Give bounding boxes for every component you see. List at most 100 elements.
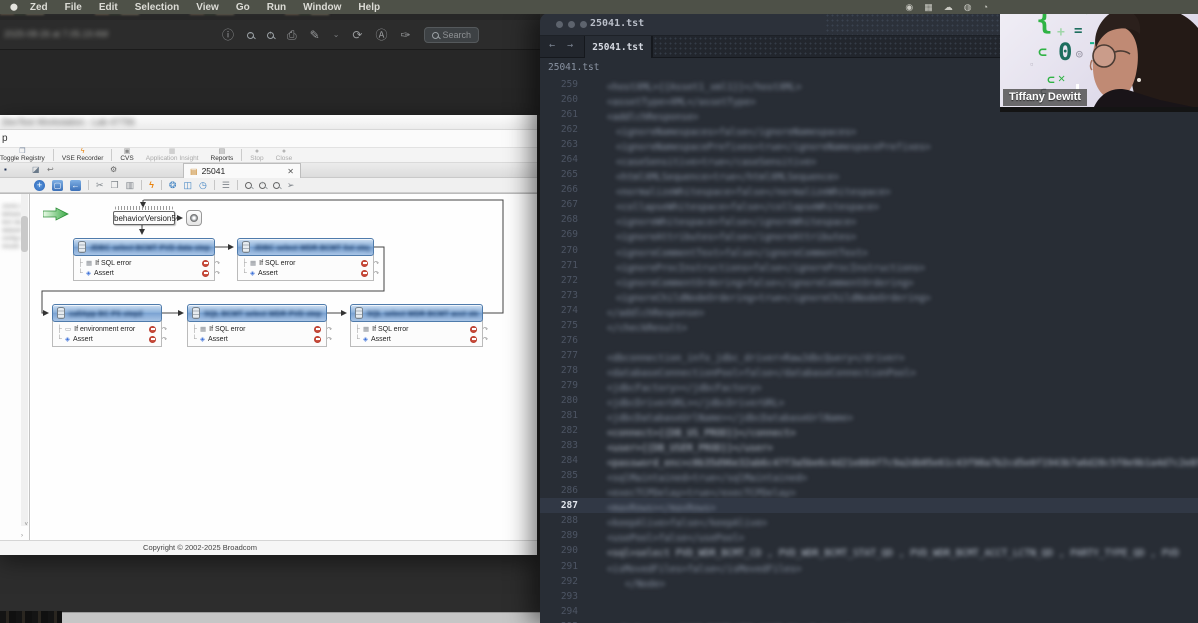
zoom-out-icon[interactable]: − <box>247 31 255 39</box>
step-bar[interactable]: callApp BC PS step2 <box>52 304 162 322</box>
code-line[interactable]: 292 </Node> <box>540 574 1198 590</box>
assertion-row[interactable]: └ ◈ Assert ↷ <box>190 334 332 344</box>
abort-icon[interactable] <box>470 325 477 333</box>
workflow-step-node[interactable]: SQL BCMT select WDR PVD step ├ ▦ If SQL err… <box>187 304 332 347</box>
code-line[interactable]: 269 <ignoreAttributes>false</ignoreAttrib… <box>540 227 1198 243</box>
expand-panel-icon[interactable]: › <box>21 533 23 539</box>
assertion-row[interactable]: └ ◈ Assert ↷ <box>240 268 379 278</box>
step-bar[interactable]: SQL BCMT select WDR PVD step <box>187 304 327 322</box>
project-icon[interactable]: ▪ <box>4 165 7 175</box>
delete-step-button[interactable]: ▢ <box>52 179 63 191</box>
annotate-icon[interactable]: Ⓐ <box>375 29 387 41</box>
workflow-canvas[interactable]: behaviorVersion5 JDBC select BCMT PVD da… <box>31 194 537 540</box>
markup-pencil-icon[interactable]: ✎ <box>310 29 320 41</box>
code-line[interactable]: 282 <connect>{{DB_US_PROD}}</connect> <box>540 423 1198 439</box>
code-line[interactable]: 285 <sqlMaintained>true</sqlMaintained> <box>540 468 1198 484</box>
code-line[interactable]: 279 <jdbcFactory></jdbcFactory> <box>540 378 1198 394</box>
back-button[interactable]: ← <box>70 179 81 191</box>
scroll-down-icon[interactable]: ˅ <box>24 522 28 528</box>
tree-scroll-thumb[interactable] <box>21 216 28 252</box>
code-line[interactable]: 288 <keepAlive>false</keepAlive> <box>540 513 1198 529</box>
list-view-button[interactable]: ☰ <box>222 180 230 191</box>
zoom-in-icon[interactable]: + <box>267 31 275 39</box>
chart-button[interactable]: ◫ <box>183 180 192 191</box>
editor-tab-25041[interactable]: 25041.tst <box>584 36 652 58</box>
toggle-registry-button[interactable]: ❒ Toggle Registry <box>0 148 51 162</box>
abort-icon[interactable] <box>314 325 321 333</box>
back-nav-icon[interactable]: ↩ <box>47 165 54 175</box>
tree-node[interactable]: config env <box>2 236 22 242</box>
assertion-row[interactable]: └ ◈ Assert ↷ <box>55 334 167 344</box>
tree-node[interactable]: test steps <box>2 220 22 226</box>
shape-icon[interactable]: ◔ <box>983 2 988 12</box>
paste-button[interactable]: ▥ <box>126 180 135 191</box>
code-line[interactable]: 276 <box>540 333 1198 348</box>
zoom-select-button[interactable]: ➢ <box>287 180 295 191</box>
abort-icon[interactable] <box>149 325 156 333</box>
assertion-row[interactable]: ├ ▦ If SQL error ↷ <box>76 258 220 268</box>
code-editor-area[interactable]: 259 <hostXML>{{Asset1_xml1}}</hostXML> 260… <box>540 77 1198 623</box>
tab-close-icon[interactable]: ✕ <box>287 167 294 176</box>
vse-recorder-button[interactable]: ϟ VSE Recorder <box>56 148 110 162</box>
code-line[interactable]: 294 <box>540 604 1198 619</box>
window-minimize-icon[interactable] <box>568 21 575 28</box>
code-line[interactable]: 262 <ignoreNamespaces>false</ignoreNamesp… <box>540 122 1198 138</box>
info-icon[interactable]: ⓘ <box>222 29 234 41</box>
code-line[interactable]: 280 <jdbcDriverURL></jdbcDriverURL> <box>540 393 1198 409</box>
code-line[interactable]: 293 <box>540 589 1198 604</box>
abort-icon[interactable] <box>470 335 477 343</box>
target-icon[interactable]: ◉ <box>905 2 913 13</box>
window-zoom-icon[interactable] <box>580 21 587 28</box>
workflow-step-node[interactable]: SQL select WDR BCMT acct step ├ ▦ If SQL er… <box>350 304 488 347</box>
tree-node[interactable]: results <box>2 244 22 250</box>
assertion-row[interactable]: ├ ▦ If SQL error ↷ <box>353 324 488 334</box>
code-line[interactable]: 295<Node name="VSE_BCMT_WDR_ACCT_StepD_V… <box>540 619 1198 623</box>
assertion-row[interactable]: └ ◈ Assert ↷ <box>353 334 488 344</box>
zoom-in-button[interactable]: + <box>258 181 266 189</box>
add-step-button[interactable]: + <box>34 179 45 191</box>
cvs-button[interactable]: ▣ CVS <box>114 148 139 162</box>
step-bar[interactable]: JDBC select WDR BCMT list step <box>237 238 374 256</box>
input-source-icon[interactable]: ▦ <box>924 2 933 13</box>
history-button[interactable]: ◷ <box>199 180 207 191</box>
devtest-menubar[interactable]: p <box>0 130 537 147</box>
code-line[interactable]: 272 <ignoreCommentOrdering>false</ignoreC… <box>540 273 1198 289</box>
behavior-version-node[interactable]: behaviorVersion5 <box>113 211 176 225</box>
code-line[interactable]: 274 </addlchResponse> <box>540 303 1198 319</box>
code-line[interactable]: 268 <ignoreWhitespace>false</ignoreWhites… <box>540 212 1198 228</box>
code-line[interactable]: 286 <execTCPDelay>true</execTCPDelay> <box>540 483 1198 499</box>
workflow-step-node[interactable]: JDBC select BCMT PVD data step3 ├ ▦ If SQL … <box>73 238 220 281</box>
code-line[interactable]: 266 <normalizeWhitespace>false</normalize… <box>540 182 1198 198</box>
record-icon[interactable]: ◍ <box>964 2 972 13</box>
assertion-row[interactable]: ├ ▭ If environment error ↷ <box>55 324 167 334</box>
settings-icon[interactable]: ⚙ <box>110 165 117 175</box>
assertion-row[interactable]: ├ ▦ If SQL error ↷ <box>190 324 332 334</box>
tree-node[interactable]: 25041 BCMT <box>2 204 22 210</box>
workflow-step-node[interactable]: JDBC select WDR BCMT list step ├ ▦ If SQL e… <box>237 238 379 281</box>
menu-window[interactable]: Window <box>303 2 341 13</box>
menu-file[interactable]: File <box>65 2 82 13</box>
menu-selection[interactable]: Selection <box>135 2 179 13</box>
code-line[interactable]: 263 <ignoreNamespacePrefixes>true</ignore… <box>540 137 1198 153</box>
abort-icon[interactable] <box>149 335 156 343</box>
abort-icon[interactable] <box>361 259 368 267</box>
dataset-node-icon[interactable] <box>186 210 202 226</box>
abort-icon[interactable] <box>361 269 368 277</box>
search-field[interactable]: Search <box>423 27 480 43</box>
menu-go[interactable]: Go <box>236 2 250 13</box>
code-line[interactable]: 289 <usePool>false</usePool> <box>540 528 1198 544</box>
abort-icon[interactable] <box>202 269 209 277</box>
run-button[interactable]: ϟ <box>149 180 154 191</box>
code-line[interactable]: 271 <ignoreProcInstructions>false</ignore… <box>540 258 1198 274</box>
devtest-titlebar[interactable]: DevTest Workstation - Lab 47756 <box>0 115 537 130</box>
code-line[interactable]: 267 <collapseWhitespace>false</collapseWh… <box>540 197 1198 213</box>
cut-button[interactable]: ✂ <box>96 180 104 191</box>
code-line[interactable]: 278 <databaseConnectionPool>false</databa… <box>540 363 1198 379</box>
zoom-actual-button[interactable] <box>244 181 252 189</box>
current-code-line[interactable]: 287 <maxRows></maxRows> <box>540 498 1198 514</box>
window-close-icon[interactable] <box>556 21 563 28</box>
zoom-out-button[interactable]: − <box>272 181 280 189</box>
copy-button[interactable]: ❐ <box>111 180 119 191</box>
code-line[interactable]: 284 <password_enc>c0b35d96e32ab6c47f3a5be… <box>540 453 1198 469</box>
reports-button[interactable]: ▤ Reports <box>205 148 240 162</box>
